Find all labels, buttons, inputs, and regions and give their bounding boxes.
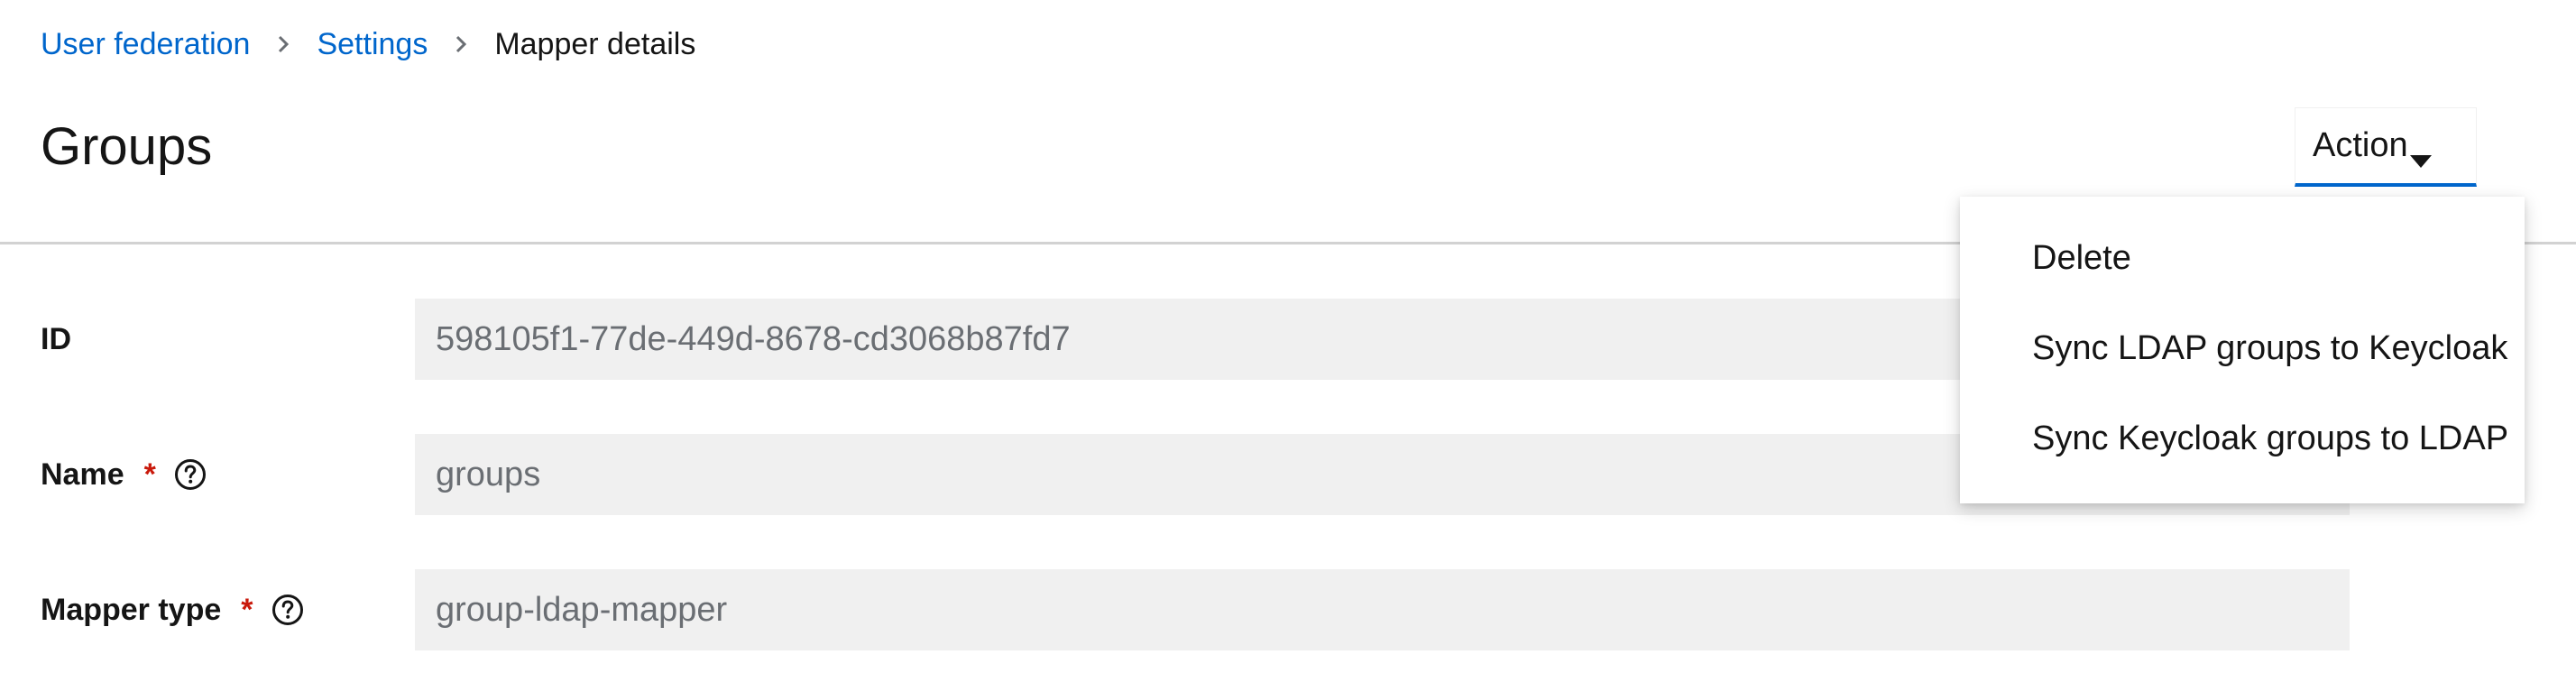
breadcrumb: User federation Settings Mapper details xyxy=(41,22,695,67)
action-menu: Delete Sync LDAP groups to Keycloak Sync… xyxy=(1960,197,2525,503)
caret-down-icon xyxy=(2409,139,2433,168)
menu-item-sync-ldap-to-keycloak[interactable]: Sync LDAP groups to Keycloak xyxy=(1996,303,2525,393)
name-label-text: Name xyxy=(41,456,124,492)
form-row-mapper-type: Mapper type * xyxy=(0,569,2576,650)
mapper-type-label-text: Mapper type xyxy=(41,592,222,627)
menu-item-delete[interactable]: Delete xyxy=(1996,213,2525,303)
id-label-text: ID xyxy=(41,321,71,356)
chevron-right-icon xyxy=(275,34,291,54)
required-marker: * xyxy=(143,456,156,492)
name-label: Name * xyxy=(41,434,207,515)
breadcrumb-current: Mapper details xyxy=(494,26,696,61)
id-label: ID xyxy=(41,299,71,380)
action-label: Action xyxy=(2313,126,2408,164)
help-icon[interactable] xyxy=(174,458,207,491)
action-dropdown-toggle[interactable]: Action xyxy=(2295,107,2477,187)
breadcrumb-user-federation[interactable]: User federation xyxy=(41,27,250,62)
required-marker: * xyxy=(241,592,253,627)
mapper-details-page: User federation Settings Mapper details … xyxy=(0,0,2576,673)
mapper-type-field[interactable] xyxy=(415,569,2350,650)
page-title: Groups xyxy=(41,117,213,176)
help-icon[interactable] xyxy=(271,594,304,626)
mapper-type-label: Mapper type * xyxy=(41,569,304,650)
breadcrumb-settings[interactable]: Settings xyxy=(317,27,428,62)
chevron-right-icon xyxy=(453,34,469,54)
menu-item-sync-keycloak-to-ldap[interactable]: Sync Keycloak groups to LDAP xyxy=(1996,393,2525,484)
